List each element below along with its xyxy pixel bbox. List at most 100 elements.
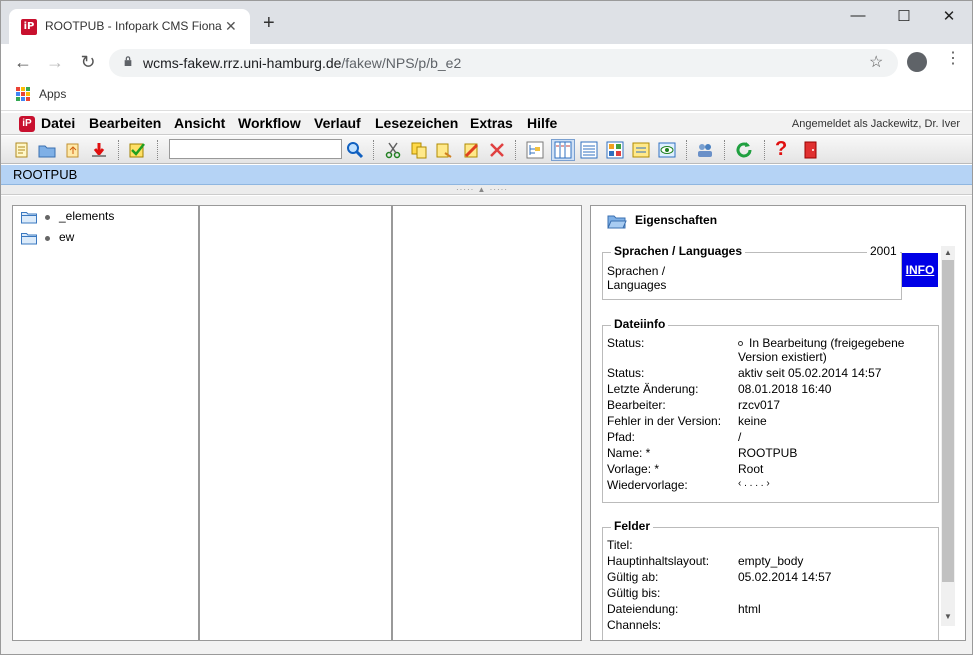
browser-menu-icon[interactable]: ⋮ — [945, 50, 961, 68]
content-area: _elements ew Eigenschaften Sprachen / La… — [1, 196, 972, 654]
infopark-favicon-icon: iP — [21, 19, 37, 35]
help-question-icon[interactable]: ? — [775, 138, 793, 160]
breadcrumb-current[interactable]: ROOTPUB — [13, 167, 77, 182]
login-status: Angemeldet als Jackewitz, Dr. Iver — [791, 118, 960, 130]
fileinfo-key: Bearbeiter: — [607, 398, 666, 412]
menu-workflow[interactable]: Workflow — [238, 115, 301, 131]
url-text: wcms-fakew.rrz.uni-hamburg.de/fakew/NPS/… — [143, 55, 461, 71]
fileinfo-value: aktiv seit 05.02.2014 14:57 — [738, 366, 882, 380]
tree-item-label: ew — [59, 230, 75, 244]
tab-title: ROOTPUB - Infopark CMS Fiona — [45, 19, 222, 33]
menu-hilfe[interactable]: Hilfe — [527, 115, 557, 131]
scroll-down-arrow-icon[interactable]: ▼ — [941, 612, 955, 621]
apps-bookmark[interactable]: Apps — [39, 87, 66, 101]
field-key: Gültig ab: — [607, 570, 659, 584]
status-dot-icon — [738, 341, 743, 346]
bookmark-star-icon[interactable]: ☆ — [869, 52, 883, 72]
back-arrow-icon[interactable]: ← — [13, 52, 33, 72]
apps-grid-icon[interactable] — [16, 87, 30, 101]
cms-menu-bar: iP Datei Bearbeiten Ansicht Workflow Ver… — [1, 113, 972, 135]
preview-eye-icon[interactable] — [658, 141, 676, 159]
tree-view-icon[interactable] — [526, 141, 544, 159]
toolbar-separator — [724, 140, 725, 160]
edit-pencil-icon[interactable] — [462, 141, 480, 159]
languages-legend: Sprachen / Languages — [611, 244, 746, 258]
fileinfo-key: Vorlage: * — [607, 462, 660, 476]
cms-toolbar: ? — [1, 136, 972, 164]
infopark-logo-icon: iP — [19, 116, 35, 132]
breadcrumb: ROOTPUB — [1, 165, 972, 185]
close-window-button[interactable]: ✕ — [934, 7, 964, 25]
menu-verlauf[interactable]: Verlauf — [314, 115, 361, 131]
fields-legend: Felder — [611, 519, 654, 533]
toolbar-separator — [373, 140, 374, 160]
tree-item-label: _elements — [59, 209, 115, 223]
delete-x-icon[interactable] — [488, 141, 506, 159]
panel-splitter[interactable]: ····· ▲ ····· — [1, 185, 972, 195]
browser-window: iP ROOTPUB - Infopark CMS Fiona ✕ + — ☐ … — [0, 0, 973, 655]
toolbar-separator — [764, 140, 765, 160]
fileinfo-value: Root — [738, 462, 764, 476]
toolbar-separator — [118, 140, 119, 160]
minimize-button[interactable]: — — [843, 7, 873, 24]
toolbar-search-input[interactable] — [169, 139, 342, 159]
toolbar-separator — [686, 140, 687, 160]
menu-extras[interactable]: Extras — [470, 115, 513, 131]
release-check-icon[interactable] — [128, 141, 146, 159]
new-document-icon[interactable] — [13, 141, 31, 159]
tab-close-icon[interactable]: ✕ — [225, 18, 237, 35]
scroll-thumb[interactable] — [942, 260, 954, 582]
url-host: wcms-fakew.rrz.uni-hamburg.de — [143, 55, 342, 71]
new-tab-button[interactable]: + — [263, 13, 275, 33]
columns-icon — [554, 141, 572, 159]
field-value: html — [738, 602, 761, 616]
field-key: Gültig bis: — [607, 586, 661, 600]
languages-text-2: Languages — [607, 278, 667, 292]
menu-datei[interactable]: Datei — [41, 115, 75, 131]
column-view-button[interactable] — [551, 139, 575, 161]
field-key: Hauptinhaltslayout: — [607, 554, 710, 568]
browser-tab[interactable]: iP ROOTPUB - Infopark CMS Fiona ✕ — [9, 9, 250, 44]
fileinfo-key: Letzte Änderung: — [607, 382, 699, 396]
scroll-up-arrow-icon[interactable]: ▲ — [941, 248, 955, 257]
download-arrow-icon[interactable] — [90, 141, 108, 159]
profile-avatar-icon[interactable] — [907, 52, 927, 72]
fileinfo-value: ROOTPUB — [738, 446, 798, 460]
list-view-icon[interactable] — [580, 141, 598, 159]
fileinfo-value-cont: Version existiert) — [738, 350, 827, 364]
details-view-icon[interactable] — [632, 141, 650, 159]
forward-arrow-icon[interactable]: → — [45, 52, 65, 72]
upload-document-icon[interactable] — [64, 141, 82, 159]
refresh-icon[interactable] — [735, 141, 753, 159]
new-folder-icon[interactable] — [38, 141, 56, 159]
fileinfo-value: 08.01.2018 16:40 — [738, 382, 832, 396]
properties-scrollbar[interactable]: ▲ ▼ — [941, 246, 955, 626]
fileinfo-key: Name: * — [607, 446, 651, 460]
thumbnail-view-icon[interactable] — [606, 141, 624, 159]
folder-icon — [21, 212, 37, 224]
url-bar[interactable]: wcms-fakew.rrz.uni-hamburg.de/fakew/NPS/… — [109, 49, 898, 77]
properties-panel: Eigenschaften Sprachen / Languages 2001 … — [590, 205, 966, 641]
toolbar-separator — [157, 140, 158, 160]
reload-icon[interactable]: ↻ — [78, 52, 98, 72]
lock-icon — [124, 56, 132, 66]
tree-column-1: _elements ew — [12, 205, 199, 641]
toolbar-separator — [515, 140, 516, 160]
folder-icon — [21, 233, 37, 245]
fileinfo-key: Status: — [607, 366, 645, 380]
resubmission-link[interactable]: ‹ . . . . › — [738, 478, 770, 489]
users-group-icon[interactable] — [696, 141, 714, 159]
info-button[interactable]: INFO — [902, 253, 938, 287]
menu-bearbeiten[interactable]: Bearbeiten — [89, 115, 161, 131]
menu-lesezeichen[interactable]: Lesezeichen — [375, 115, 458, 131]
languages-text-1: Sprachen / — [607, 264, 666, 278]
maximize-button[interactable]: ☐ — [889, 7, 919, 25]
menu-ansicht[interactable]: Ansicht — [174, 115, 225, 131]
cut-scissors-icon[interactable] — [384, 141, 402, 159]
paste-icon[interactable] — [435, 141, 453, 159]
splitter-grip-icon[interactable]: ····· ▲ ····· — [456, 185, 508, 194]
copy-icon[interactable] — [410, 141, 428, 159]
logout-door-icon[interactable] — [801, 141, 819, 159]
search-icon[interactable] — [346, 141, 364, 159]
field-key: Channels: — [607, 618, 662, 632]
